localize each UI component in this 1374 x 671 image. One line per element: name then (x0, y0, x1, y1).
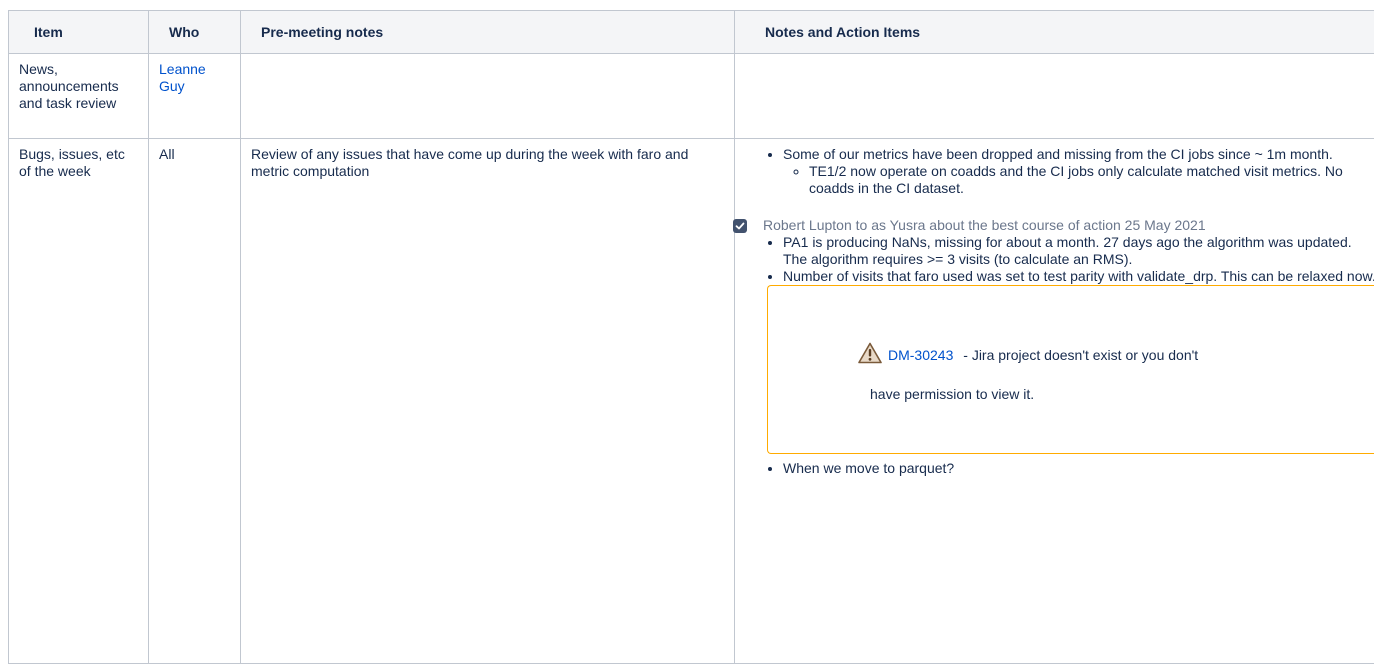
notes-list: Some of our metrics have been dropped an… (745, 146, 1374, 197)
task-item: Robert Lupton to as Yusra about the best… (733, 217, 1374, 234)
jira-issue-link[interactable]: DM-30243 (888, 347, 953, 364)
list-item: Some of our metrics have been dropped an… (783, 146, 1374, 197)
task-description: to as Yusra about the best course of act… (851, 217, 1125, 233)
who-text: All (159, 146, 175, 162)
meeting-table: Item Who Pre-meeting notes Notes and Act… (8, 10, 1374, 664)
jira-issue-macro: DM-30243 - Jira project doesn't exist or… (767, 285, 1374, 454)
pre-notes-cell: Review of any issues that have come up d… (240, 138, 735, 664)
user-link-leanne-guy[interactable]: Leanne Guy (159, 61, 206, 94)
notes-cell (734, 53, 1374, 139)
table-row: News, announcements and task review Lean… (8, 53, 1374, 139)
list-item: When we move to parquet? (783, 460, 1374, 477)
task-text: Robert Lupton to as Yusra about the best… (763, 217, 1206, 234)
notes-cell: Some of our metrics have been dropped an… (733, 138, 1374, 664)
table-row: Bugs, issues, etc of the week All Review… (8, 138, 1374, 664)
header-pre-meeting-notes: Pre-meeting notes (240, 10, 735, 54)
task-due-date: 25 May 2021 (1124, 217, 1206, 233)
list-item: Number of visits that faro used was set … (783, 268, 1374, 285)
sub-list: TE1/2 now operate on coadds and the CI j… (783, 163, 1374, 197)
header-row: Item Who Pre-meeting notes Notes and Act… (8, 10, 1374, 54)
jira-line: DM-30243 - Jira project doesn't exist or… (858, 342, 1198, 368)
who-cell: All (148, 138, 241, 664)
task-checkbox[interactable] (733, 218, 747, 233)
checkmark-icon (735, 222, 745, 229)
task-assignee[interactable]: Robert Lupton (763, 217, 852, 233)
item-text: News, announcements and task review (19, 61, 119, 111)
jira-error-message-cont: have permission to view it. (870, 386, 1035, 402)
who-cell: Leanne Guy (148, 53, 241, 139)
item-cell: Bugs, issues, etc of the week (8, 138, 149, 664)
header-item: Item (8, 10, 149, 54)
sub-list-item: TE1/2 now operate on coadds and the CI j… (809, 163, 1374, 197)
list-item: PA1 is producing NaNs, missing for about… (783, 234, 1374, 268)
notes-list: When we move to parquet? (745, 460, 1374, 477)
jira-error-message: - Jira project doesn't exist or you don'… (959, 346, 1199, 363)
warning-icon (858, 342, 882, 368)
pre-notes-cell (240, 53, 735, 139)
notes-list: PA1 is producing NaNs, missing for about… (745, 234, 1374, 285)
bullet-text: Some of our metrics have been dropped an… (783, 146, 1333, 162)
item-cell: News, announcements and task review (8, 53, 149, 139)
item-text: Bugs, issues, etc of the week (19, 146, 125, 179)
header-who: Who (148, 10, 241, 54)
header-notes-action-items: Notes and Action Items (734, 10, 1374, 54)
pre-notes-text: Review of any issues that have come up d… (251, 146, 689, 179)
